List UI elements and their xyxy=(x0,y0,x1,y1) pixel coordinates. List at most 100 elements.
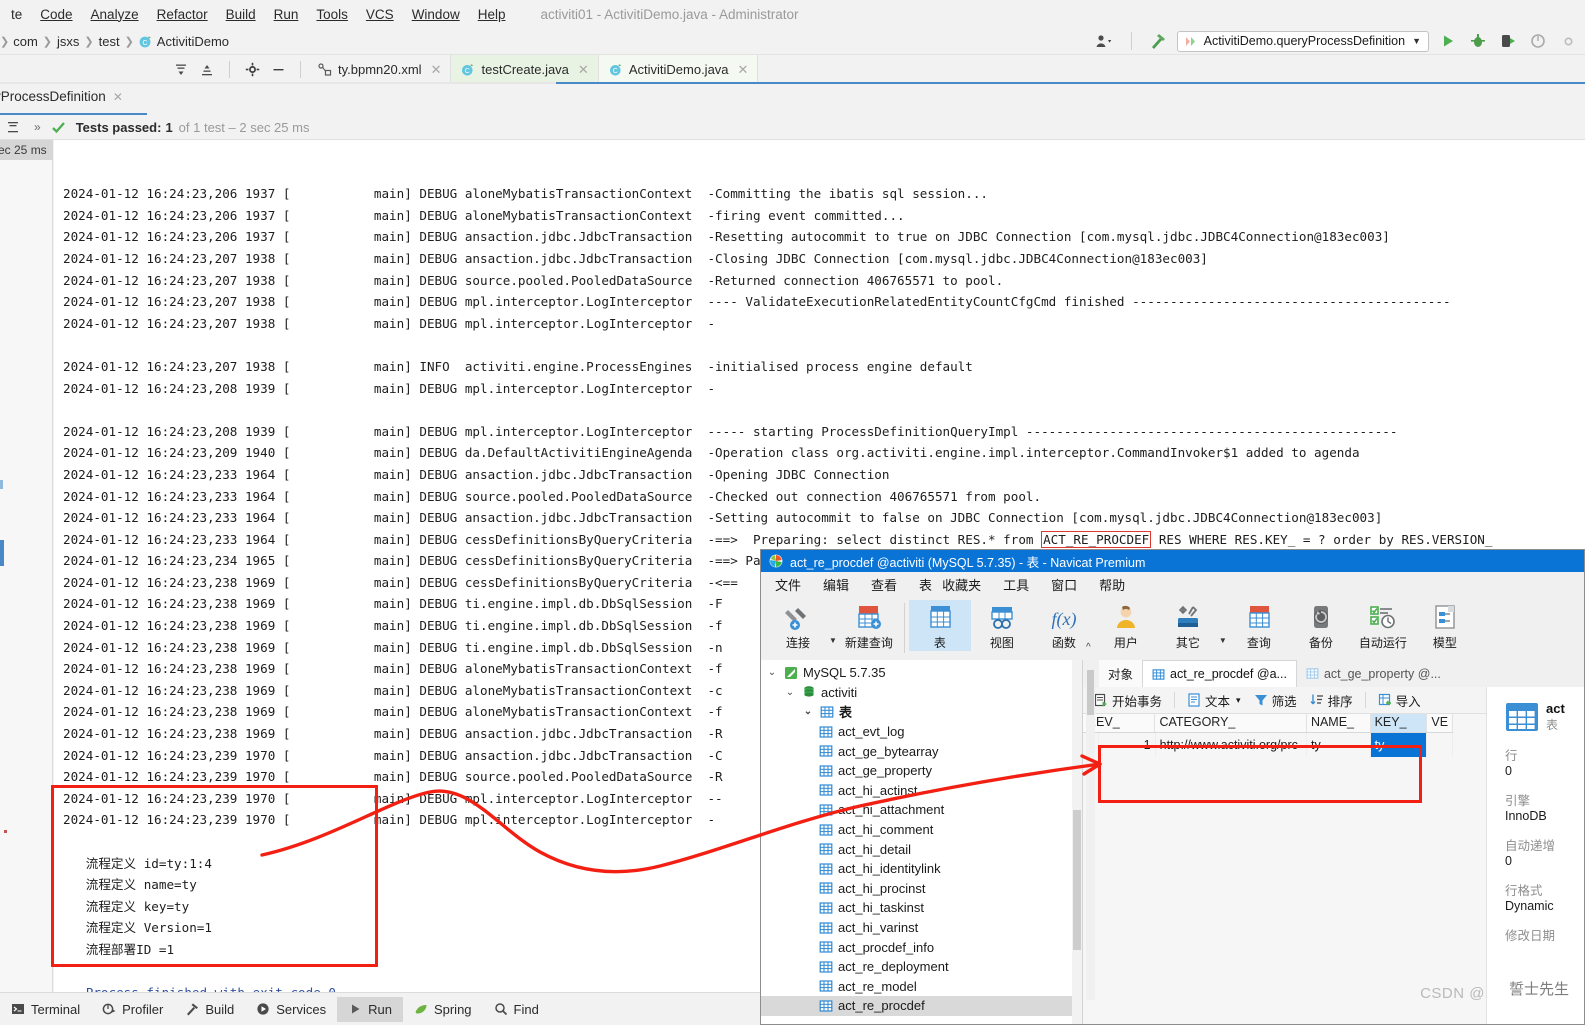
tree-node-table[interactable]: act_hi_identitylink xyxy=(761,859,1082,879)
close-icon[interactable]: ✕ xyxy=(738,62,749,78)
build-hammer-icon[interactable] xyxy=(1147,30,1169,52)
navicat-toolbar-other[interactable]: 其它 xyxy=(1157,600,1219,651)
navicat-toolbar-view[interactable]: 视图 xyxy=(971,600,1033,651)
tree-node-table[interactable]: act_hi_varinst xyxy=(761,918,1082,938)
grid-toolbar-begin-transaction[interactable]: 开始事务 xyxy=(1089,689,1167,712)
breadcrumb-item-test[interactable]: test xyxy=(99,34,120,49)
navicat-toolbar-table[interactable]: 表 xyxy=(908,600,971,651)
tree-node-table[interactable]: act_evt_log xyxy=(761,722,1082,742)
breadcrumb-item-com[interactable]: com xyxy=(13,34,38,49)
status-button-profiler[interactable]: Profiler xyxy=(91,997,174,1022)
navicat-menu-window[interactable]: 窗口 xyxy=(1051,575,1077,594)
status-button-services[interactable]: Services xyxy=(245,997,337,1022)
tree-node-tables-folder[interactable]: ⌄ 表 xyxy=(761,702,1082,722)
breadcrumb-item-jsxs[interactable]: jsxs xyxy=(57,34,79,49)
debug-button[interactable] xyxy=(1467,30,1489,52)
tree-node-table[interactable]: act_ge_property xyxy=(761,761,1082,781)
tree-node-table[interactable]: act_re_deployment xyxy=(761,957,1082,977)
menu-item-window[interactable]: Window xyxy=(403,5,469,24)
run-with-coverage-button[interactable] xyxy=(1497,30,1519,52)
test-tree-toggle-icon[interactable] xyxy=(2,116,24,138)
editor-tab-ty-bpmn20-xml[interactable]: ty.bpmn20.xml ✕ xyxy=(308,55,452,84)
tree-node-table[interactable]: act_hi_detail xyxy=(761,839,1082,859)
tree-node-table[interactable]: act_hi_attachment xyxy=(761,800,1082,820)
chevron-down-icon[interactable]: ▼ xyxy=(1412,36,1421,46)
settings-gear-icon[interactable] xyxy=(1557,30,1579,52)
status-button-run[interactable]: Run xyxy=(337,996,403,1022)
grid-toolbar-text[interactable]: 文本 ▾ xyxy=(1182,689,1246,712)
navicat-toolbar-new-query[interactable]: 新建查询 xyxy=(838,600,900,651)
menu-item-vcs[interactable]: VCS xyxy=(357,5,403,24)
run-tool-tab[interactable]: eryProcessDefinition ✕ xyxy=(0,89,123,104)
tree-node-table[interactable]: act_re_model xyxy=(761,977,1082,997)
tree-node-table[interactable]: act_hi_comment xyxy=(761,820,1082,840)
chevron-down-icon[interactable]: ⌄ xyxy=(765,667,779,678)
navicat-splitter[interactable]: ^ xyxy=(1086,642,1095,1000)
close-icon[interactable]: ✕ xyxy=(431,62,442,78)
chevron-up-icon[interactable]: ^ xyxy=(1086,642,1091,653)
menu-item-run[interactable]: Run xyxy=(265,5,308,24)
chevron-down-icon[interactable]: ⌄ xyxy=(801,706,815,717)
tree-node-server[interactable]: ⌄ MySQL 5.7.35 xyxy=(761,663,1082,683)
user-settings-icon[interactable] xyxy=(1094,30,1116,52)
grid-column-header[interactable]: VE xyxy=(1427,714,1454,732)
close-icon[interactable]: ✕ xyxy=(113,90,123,104)
navicat-toolbar-model[interactable]: 模型 xyxy=(1414,600,1476,651)
status-button-terminal[interactable]: Terminal xyxy=(0,997,91,1022)
grid-cell[interactable] xyxy=(1427,733,1454,757)
navicat-menu-tools[interactable]: 工具 xyxy=(1003,575,1029,594)
navicat-menu-table[interactable]: 表 xyxy=(919,575,932,594)
chevron-down-icon[interactable]: ▾ xyxy=(1236,695,1241,706)
navicat-object-tree[interactable]: ⌄ MySQL 5.7.35 ⌄ activiti ⌄ 表 act_evt_lo… xyxy=(761,660,1083,1024)
profiler-button[interactable] xyxy=(1527,30,1549,52)
tree-node-database[interactable]: ⌄ activiti xyxy=(761,683,1082,703)
grid-column-header[interactable]: NAME_ xyxy=(1307,714,1371,732)
content-tab-objects[interactable]: 对象 xyxy=(1099,660,1143,687)
navicat-menu-favorites[interactable]: 收藏夹 xyxy=(942,575,981,594)
navicat-menu-edit[interactable]: 编辑 xyxy=(823,575,849,594)
navicat-toolbar-backup[interactable]: 备份 xyxy=(1290,600,1352,651)
navicat-toolbar-automation[interactable]: 自动运行 xyxy=(1352,600,1414,651)
gear-icon[interactable] xyxy=(241,59,263,81)
menu-item-te[interactable]: te xyxy=(2,5,31,24)
grid-toolbar-sort[interactable]: 排序 xyxy=(1305,689,1358,712)
chevron-down-icon[interactable]: ▼ xyxy=(1219,636,1227,645)
navicat-toolbar-query[interactable]: 查询 xyxy=(1228,600,1290,651)
chevron-down-icon[interactable]: ⌄ xyxy=(783,687,797,698)
status-button-spring[interactable]: Spring xyxy=(403,997,483,1022)
tree-scrollbar[interactable] xyxy=(1072,660,1082,1024)
tree-node-table[interactable]: act_ge_bytearray xyxy=(761,741,1082,761)
collapse-all-icon[interactable] xyxy=(196,59,218,81)
navicat-toolbar-connection[interactable]: 连接 xyxy=(767,600,829,651)
navicat-menu-view[interactable]: 查看 xyxy=(871,575,897,594)
expand-all-icon[interactable] xyxy=(170,59,192,81)
tree-node-table[interactable]: act_hi_actinst xyxy=(761,781,1082,801)
editor-tab-testcreate-java[interactable]: C testCreate.java ✕ xyxy=(451,55,599,84)
run-button[interactable] xyxy=(1437,30,1459,52)
tree-node-table[interactable]: act_hi_procinst xyxy=(761,879,1082,899)
status-button-build[interactable]: Build xyxy=(174,997,245,1022)
run-configuration-selector[interactable]: ActivitiDemo.queryProcessDefinition ▼ xyxy=(1176,30,1429,52)
content-tab-act-ge-property[interactable]: act_ge_property @... xyxy=(1297,660,1450,687)
menu-item-build[interactable]: Build xyxy=(217,5,265,24)
navicat-menu-file[interactable]: 文件 xyxy=(775,575,801,594)
close-icon[interactable]: ✕ xyxy=(578,62,589,78)
tree-node-table[interactable]: act_procdef_info xyxy=(761,937,1082,957)
chevron-down-icon[interactable]: ▼ xyxy=(829,636,837,645)
status-button-find[interactable]: Find xyxy=(483,997,550,1022)
navicat-menu-help[interactable]: 帮助 xyxy=(1099,575,1125,594)
editor-tab-activitidemo-java[interactable]: C ActivitiDemo.java ✕ xyxy=(598,55,759,84)
grid-column-header[interactable]: KEY_ xyxy=(1370,714,1428,732)
grid-column-header[interactable]: CATEGORY_ xyxy=(1155,714,1307,732)
menu-item-help[interactable]: Help xyxy=(469,5,515,24)
menu-item-refactor[interactable]: Refactor xyxy=(148,5,217,24)
tree-node-table[interactable]: act_re_procdef xyxy=(761,996,1082,1016)
grid-toolbar-filter[interactable]: 筛选 xyxy=(1249,689,1302,712)
grid-toolbar-import[interactable]: 导入 xyxy=(1373,689,1426,712)
menu-item-analyze[interactable]: Analyze xyxy=(82,5,148,24)
breadcrumb-item-activitidemo[interactable]: ActivitiDemo xyxy=(157,34,229,49)
content-tab-act-re-procdef[interactable]: act_re_procdef @a... xyxy=(1142,660,1297,687)
minimize-icon[interactable] xyxy=(267,59,289,81)
menu-item-code[interactable]: Code xyxy=(31,5,81,24)
navicat-toolbar-user[interactable]: 用户 xyxy=(1095,600,1157,651)
